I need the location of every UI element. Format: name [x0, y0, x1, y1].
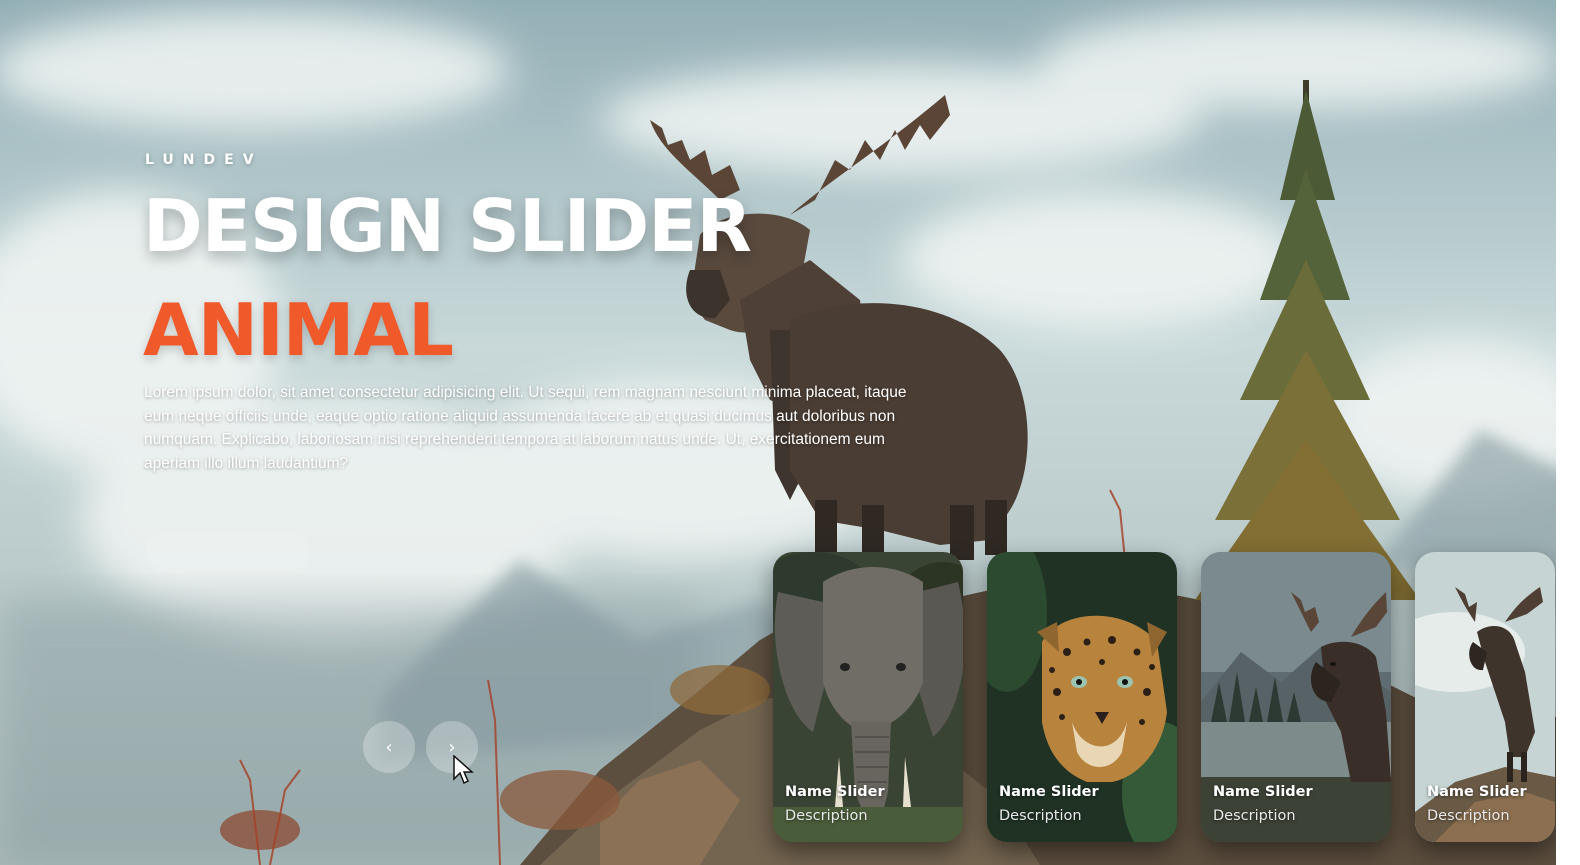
- mouse-cursor-icon: [453, 755, 474, 785]
- thumbnail-card[interactable]: Name Slider Description: [1415, 552, 1555, 842]
- thumbnail-title: Name Slider: [999, 784, 1099, 800]
- slide-topic: ANIMAL: [143, 288, 454, 372]
- thumbnail-description: Description: [1427, 808, 1510, 824]
- thumbnail-description: Description: [785, 808, 868, 824]
- chevron-left-icon: ‹: [385, 736, 393, 758]
- thumbnail-title: Name Slider: [1427, 784, 1527, 800]
- thumbnail-card[interactable]: Name Slider Description: [773, 552, 963, 842]
- thumbnail-description: Description: [1213, 808, 1296, 824]
- thumbnail-description: Description: [999, 808, 1082, 824]
- prev-button[interactable]: ‹: [363, 721, 415, 773]
- thumbnail-card[interactable]: Name Slider Description: [987, 552, 1177, 842]
- faded-action-button[interactable]: [145, 532, 310, 572]
- slide-description: Lorem ipsum dolor, sit amet consectetur …: [144, 384, 907, 472]
- brand-label: LUNDEV: [145, 152, 263, 168]
- thumbnail-title: Name Slider: [1213, 784, 1313, 800]
- thumbnail-title: Name Slider: [785, 784, 885, 800]
- slide-title: DESIGN SLIDER: [143, 184, 752, 268]
- window-edge: [1556, 0, 1580, 865]
- thumbnail-card[interactable]: Name Slider Description: [1201, 552, 1391, 842]
